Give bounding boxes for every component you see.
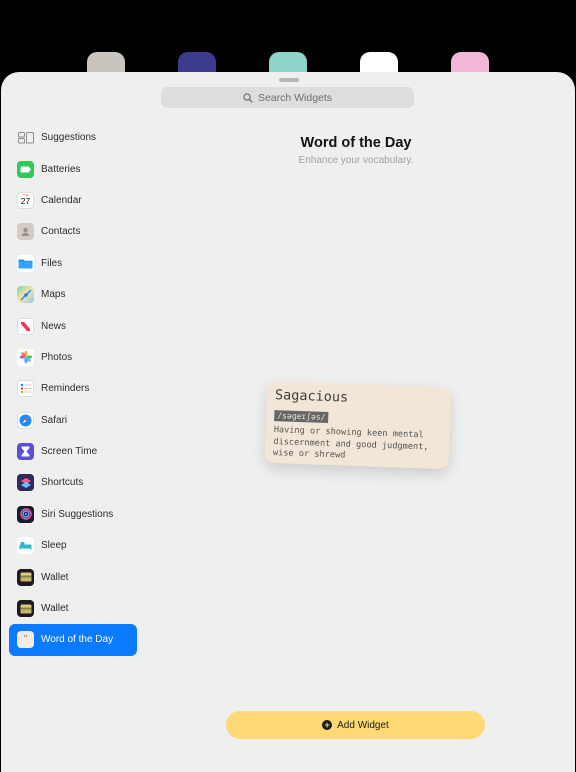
sidebar-item-files[interactable]: Files bbox=[9, 248, 137, 279]
shortcuts-icon bbox=[17, 474, 34, 492]
sidebar-item-label: News bbox=[41, 320, 67, 332]
sleep-icon bbox=[17, 537, 34, 555]
sidebar-item-label: Wallet bbox=[41, 603, 69, 615]
sidebar-item-label: Suggestions bbox=[41, 132, 97, 144]
sidebar-item-calendar[interactable]: TUE 27 Calendar bbox=[9, 185, 137, 216]
sidebar-item-shortcuts[interactable]: Shortcuts bbox=[9, 467, 137, 498]
maps-icon bbox=[17, 286, 34, 304]
sidebar-item-maps[interactable]: Maps bbox=[9, 279, 137, 310]
wallet-icon bbox=[17, 568, 34, 586]
word-of-the-day-widget-preview[interactable]: Sagacious /səɡeɪʃəs/ Having or showing k… bbox=[264, 380, 452, 470]
screen-time-icon bbox=[17, 443, 34, 461]
sidebar-item-label: Reminders bbox=[41, 383, 90, 395]
sidebar-item-label: Screen Time bbox=[41, 446, 98, 458]
sidebar-item-suggestions[interactable]: Suggestions bbox=[9, 122, 137, 153]
plus-icon: + bbox=[322, 720, 333, 730]
quote-icon: “ bbox=[17, 631, 34, 649]
sidebar-item-siri-suggestions[interactable]: Siri Suggestions bbox=[9, 499, 137, 530]
sidebar-item-label: Word of the Day bbox=[41, 634, 114, 646]
sidebar-item-word-of-the-day[interactable]: “ Word of the Day bbox=[9, 624, 137, 656]
sidebar-item-label: Batteries bbox=[41, 163, 81, 175]
safari-icon bbox=[17, 411, 34, 429]
sidebar-item-label: Siri Suggestions bbox=[41, 508, 114, 520]
search-placeholder: Search Widgets bbox=[257, 91, 333, 104]
sidebar-item-contacts[interactable]: Contacts bbox=[9, 216, 137, 247]
sidebar-item-label: Sleep bbox=[41, 540, 67, 552]
widget-gallery-sheet: Search Widgets Suggestions Batteries TUE… bbox=[1, 72, 575, 772]
sidebar-item-reminders[interactable]: Reminders bbox=[9, 373, 137, 404]
sidebar-item-photos[interactable]: Photos bbox=[9, 342, 137, 373]
sidebar-item-wallet[interactable]: Wallet bbox=[9, 561, 137, 592]
sidebar-item-label: Calendar bbox=[41, 194, 82, 206]
suggestions-icon bbox=[17, 129, 34, 146]
siri-icon bbox=[17, 505, 34, 523]
wallet-icon bbox=[17, 600, 34, 618]
widget-word: Sagacious bbox=[274, 387, 349, 406]
sidebar-item-screen-time[interactable]: Screen Time bbox=[9, 436, 137, 467]
widget-definition: Having or showing keen mental discernmen… bbox=[272, 425, 429, 461]
sidebar-item-label: Contacts bbox=[41, 226, 81, 238]
sidebar-item-label: Shortcuts bbox=[41, 477, 84, 489]
widget-sidebar: Suggestions Batteries TUE 27 Calendar Co… bbox=[9, 122, 137, 656]
news-icon bbox=[17, 317, 34, 335]
sidebar-item-sleep[interactable]: Sleep bbox=[9, 530, 137, 561]
sidebar-item-safari[interactable]: Safari bbox=[9, 405, 137, 436]
search-icon bbox=[243, 92, 253, 103]
sidebar-item-wallet[interactable]: Wallet bbox=[9, 593, 137, 624]
sidebar-item-label: Wallet bbox=[41, 571, 69, 583]
files-icon bbox=[17, 254, 34, 272]
widget-title: Word of the Day bbox=[300, 135, 412, 151]
widget-subtitle: Enhance your vocabulary. bbox=[298, 155, 414, 166]
batteries-icon bbox=[17, 160, 34, 178]
widget-phonetic: /səɡeɪʃəs/ bbox=[274, 410, 329, 423]
sidebar-item-label: Files bbox=[41, 257, 63, 269]
sidebar-item-batteries[interactable]: Batteries bbox=[9, 153, 137, 184]
add-widget-button[interactable]: + Add Widget bbox=[226, 711, 485, 739]
reminders-icon bbox=[17, 380, 34, 398]
sheet-grabber[interactable] bbox=[279, 78, 299, 82]
add-widget-label: Add Widget bbox=[337, 719, 389, 731]
contacts-icon bbox=[17, 223, 34, 241]
sidebar-item-label: Photos bbox=[41, 351, 73, 363]
sidebar-item-label: Maps bbox=[41, 289, 66, 301]
calendar-icon: TUE 27 bbox=[17, 191, 34, 209]
search-input[interactable]: Search Widgets bbox=[161, 87, 414, 108]
photos-icon bbox=[17, 348, 34, 366]
sidebar-item-news[interactable]: News bbox=[9, 310, 137, 341]
sidebar-item-label: Safari bbox=[41, 414, 68, 426]
